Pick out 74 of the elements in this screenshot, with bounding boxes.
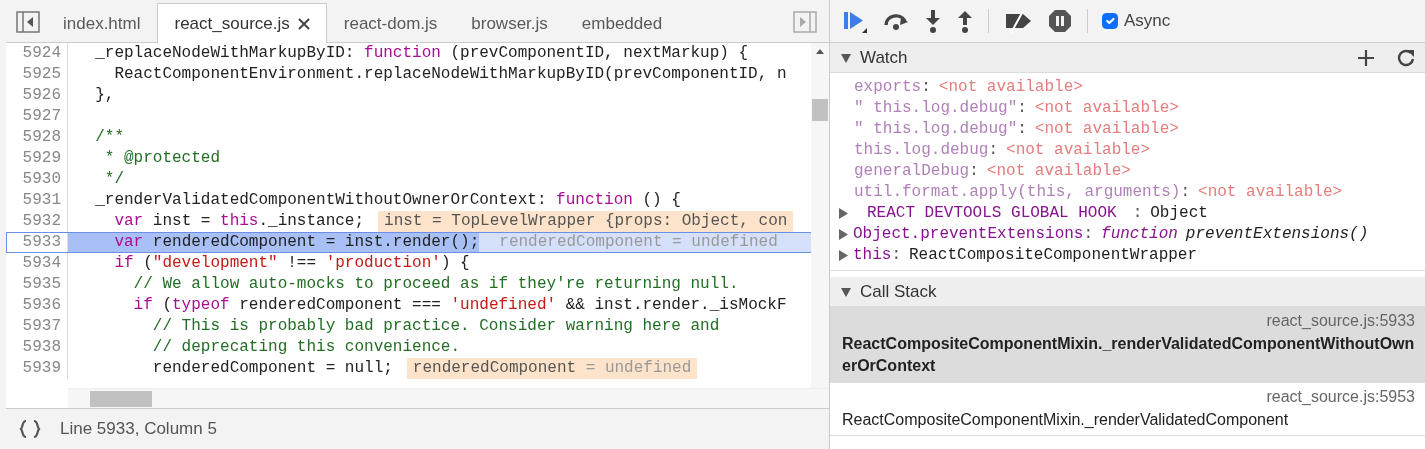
separator-colon: : — [1017, 119, 1027, 140]
collapse-triangle-icon[interactable] — [840, 285, 852, 298]
close-icon[interactable] — [297, 17, 310, 30]
pretty-print-icon[interactable] — [18, 418, 42, 440]
file-tab[interactable]: react-dom.js — [326, 4, 455, 42]
section-title[interactable]: Call Stack — [860, 278, 937, 305]
code-line: // deprecating this convenience. — [151, 337, 461, 358]
inline-value: inst = TopLevelWrapper {props: Object, con — [378, 211, 794, 232]
section-title[interactable]: Watch — [860, 44, 908, 71]
watch-expression[interactable]: REACT DEVTOOLS GLOBAL HOOK — [867, 203, 1117, 224]
watch-expression[interactable]: Object.preventExtensions — [853, 224, 1084, 245]
async-label[interactable]: Async — [1124, 8, 1171, 34]
expand-triangle-icon[interactable] — [838, 229, 849, 240]
code-line: ReactComponentEnvironment.replaceNodeWithMarkupByID(prevComponentID, n — [113, 64, 787, 85]
file-tab[interactable]: react_source.js — [157, 3, 327, 43]
add-icon[interactable] — [1357, 48, 1375, 67]
code-line: var inst = this._instance; — [113, 211, 365, 232]
pause-on-exceptions-icon[interactable] — [1047, 8, 1073, 34]
inline-value: renderedComponent = undefined — [406, 358, 698, 379]
frame-function: ReactCompositeComponentMixin._renderValidatedComponentWithoutOwnerOrContext — [842, 334, 1415, 377]
watch-value: <not available> — [938, 77, 1083, 98]
file-tab[interactable]: embedded — [564, 4, 680, 42]
expand-triangle-icon[interactable] — [838, 208, 849, 219]
async-checkbox[interactable] — [1102, 13, 1118, 29]
code-line: */ — [103, 169, 124, 190]
file-tab[interactable]: index.html — [46, 4, 158, 42]
file-tab[interactable]: browser.js — [454, 4, 565, 42]
code-line: }, — [94, 85, 115, 106]
scrollbar-thumb[interactable] — [90, 390, 152, 407]
code-line: // This is probably bad practice. Consider warning here and — [151, 316, 720, 337]
code-line: * @protected — [103, 148, 221, 169]
watch-expression[interactable]: util.format.apply(this, arguments) — [854, 182, 1181, 203]
call-frame[interactable]: react_source.js:5953 ReactCompositeComponentMixin._renderValidatedComponent — [830, 382, 1425, 437]
frame-location: react_source.js:5933 — [1265, 311, 1415, 331]
watch-value: <not available> — [1034, 98, 1179, 119]
scrollbar-thumb[interactable] — [812, 99, 828, 121]
separator-colon: : — [1083, 224, 1094, 245]
separator-colon: : — [988, 140, 999, 161]
code-line: renderedComponent = null; — [151, 358, 393, 379]
sidebar-toggle-icon[interactable] — [16, 11, 40, 33]
watch-expression[interactable]: this — [853, 245, 892, 266]
code-line: if ("development" !== 'production') { — [113, 253, 470, 274]
separator-colon: : — [1017, 98, 1027, 119]
separator-colon: : — [921, 77, 931, 98]
call-frame[interactable]: react_source.js:5933 ReactCompositeComponentMixin._renderValidatedComponentWithoutOwnerOrContext — [830, 307, 1425, 383]
sidebar-toggle-icon[interactable] — [793, 11, 817, 33]
separator-colon: : — [969, 161, 979, 182]
watch-value: <not available> — [1034, 119, 1179, 140]
step-out-icon[interactable] — [956, 8, 974, 34]
watch-value: Object — [1150, 203, 1208, 224]
line-number: 5933 — [6, 232, 68, 253]
code-line: // We allow auto-mocks to proceed as if they're returning null. — [132, 274, 739, 295]
watch-value: ReactCompositeComponentWrapper — [909, 245, 1198, 266]
separator-colon: : — [1180, 182, 1191, 203]
separator-colon: : — [891, 245, 901, 266]
code-line: /** — [94, 127, 124, 148]
step-into-icon[interactable] — [924, 8, 942, 34]
separator-colon: : — [1132, 203, 1143, 224]
code-line: if (typeof renderedComponent === 'undefined' && inst.render._isMockF — [132, 295, 787, 316]
collapse-triangle-icon[interactable] — [840, 51, 852, 64]
type-keyword: function — [1101, 224, 1178, 245]
watch-value: <not available> — [1006, 140, 1151, 161]
inline-value: renderedComponent = undefined — [498, 232, 779, 253]
code-line: _replaceNodeWithMarkupByID: function (prevComponentID, nextMarkup) { — [94, 43, 749, 64]
frame-location: react_source.js:5953 — [1265, 386, 1415, 407]
refresh-icon[interactable] — [1397, 48, 1415, 67]
watch-value: preventExtensions() — [1185, 224, 1369, 245]
deactivate-breakpoints-icon[interactable] — [1003, 8, 1033, 34]
expand-triangle-icon[interactable] — [838, 250, 849, 261]
frame-function: ReactCompositeComponentMixin._renderValidatedComponent — [842, 409, 1290, 430]
watch-value: <not available> — [986, 161, 1131, 182]
code-line: _renderValidatedComponentWithoutOwnerOrContext: function () { — [94, 190, 681, 211]
watch-value: <not available> — [1198, 182, 1343, 203]
cursor-position: Line 5933, Column 5 — [60, 418, 217, 441]
